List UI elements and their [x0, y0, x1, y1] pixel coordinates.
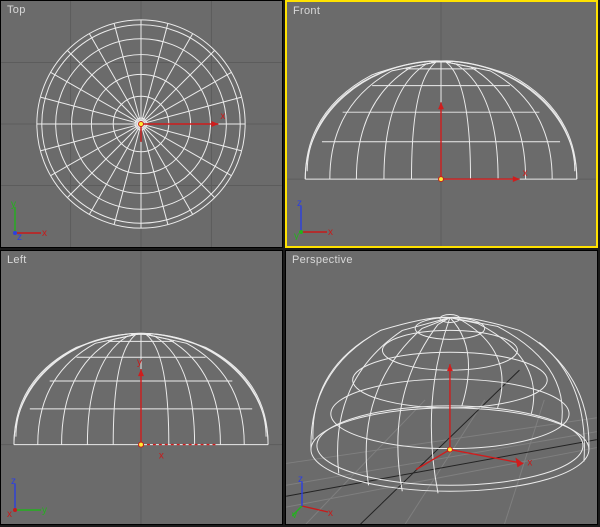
svg-text:y: y: [137, 357, 142, 368]
viewport-left[interactable]: Left: [0, 250, 283, 525]
viewport-top[interactable]: Top: [0, 0, 283, 248]
viewport-front[interactable]: Front: [285, 0, 598, 248]
viewport-perspective-canvas: x: [286, 251, 597, 524]
viewport-grid: Top: [0, 0, 600, 527]
viewport-left-canvas: y x: [1, 251, 282, 524]
svg-text:x: x: [523, 168, 528, 179]
viewport-front-canvas: x: [287, 2, 596, 246]
viewport-top-canvas: x: [1, 1, 282, 247]
axis-label-x-center: x: [220, 111, 225, 122]
viewport-perspective[interactable]: Perspective: [285, 250, 598, 525]
svg-text:x: x: [159, 450, 164, 461]
svg-text:x: x: [527, 457, 532, 468]
